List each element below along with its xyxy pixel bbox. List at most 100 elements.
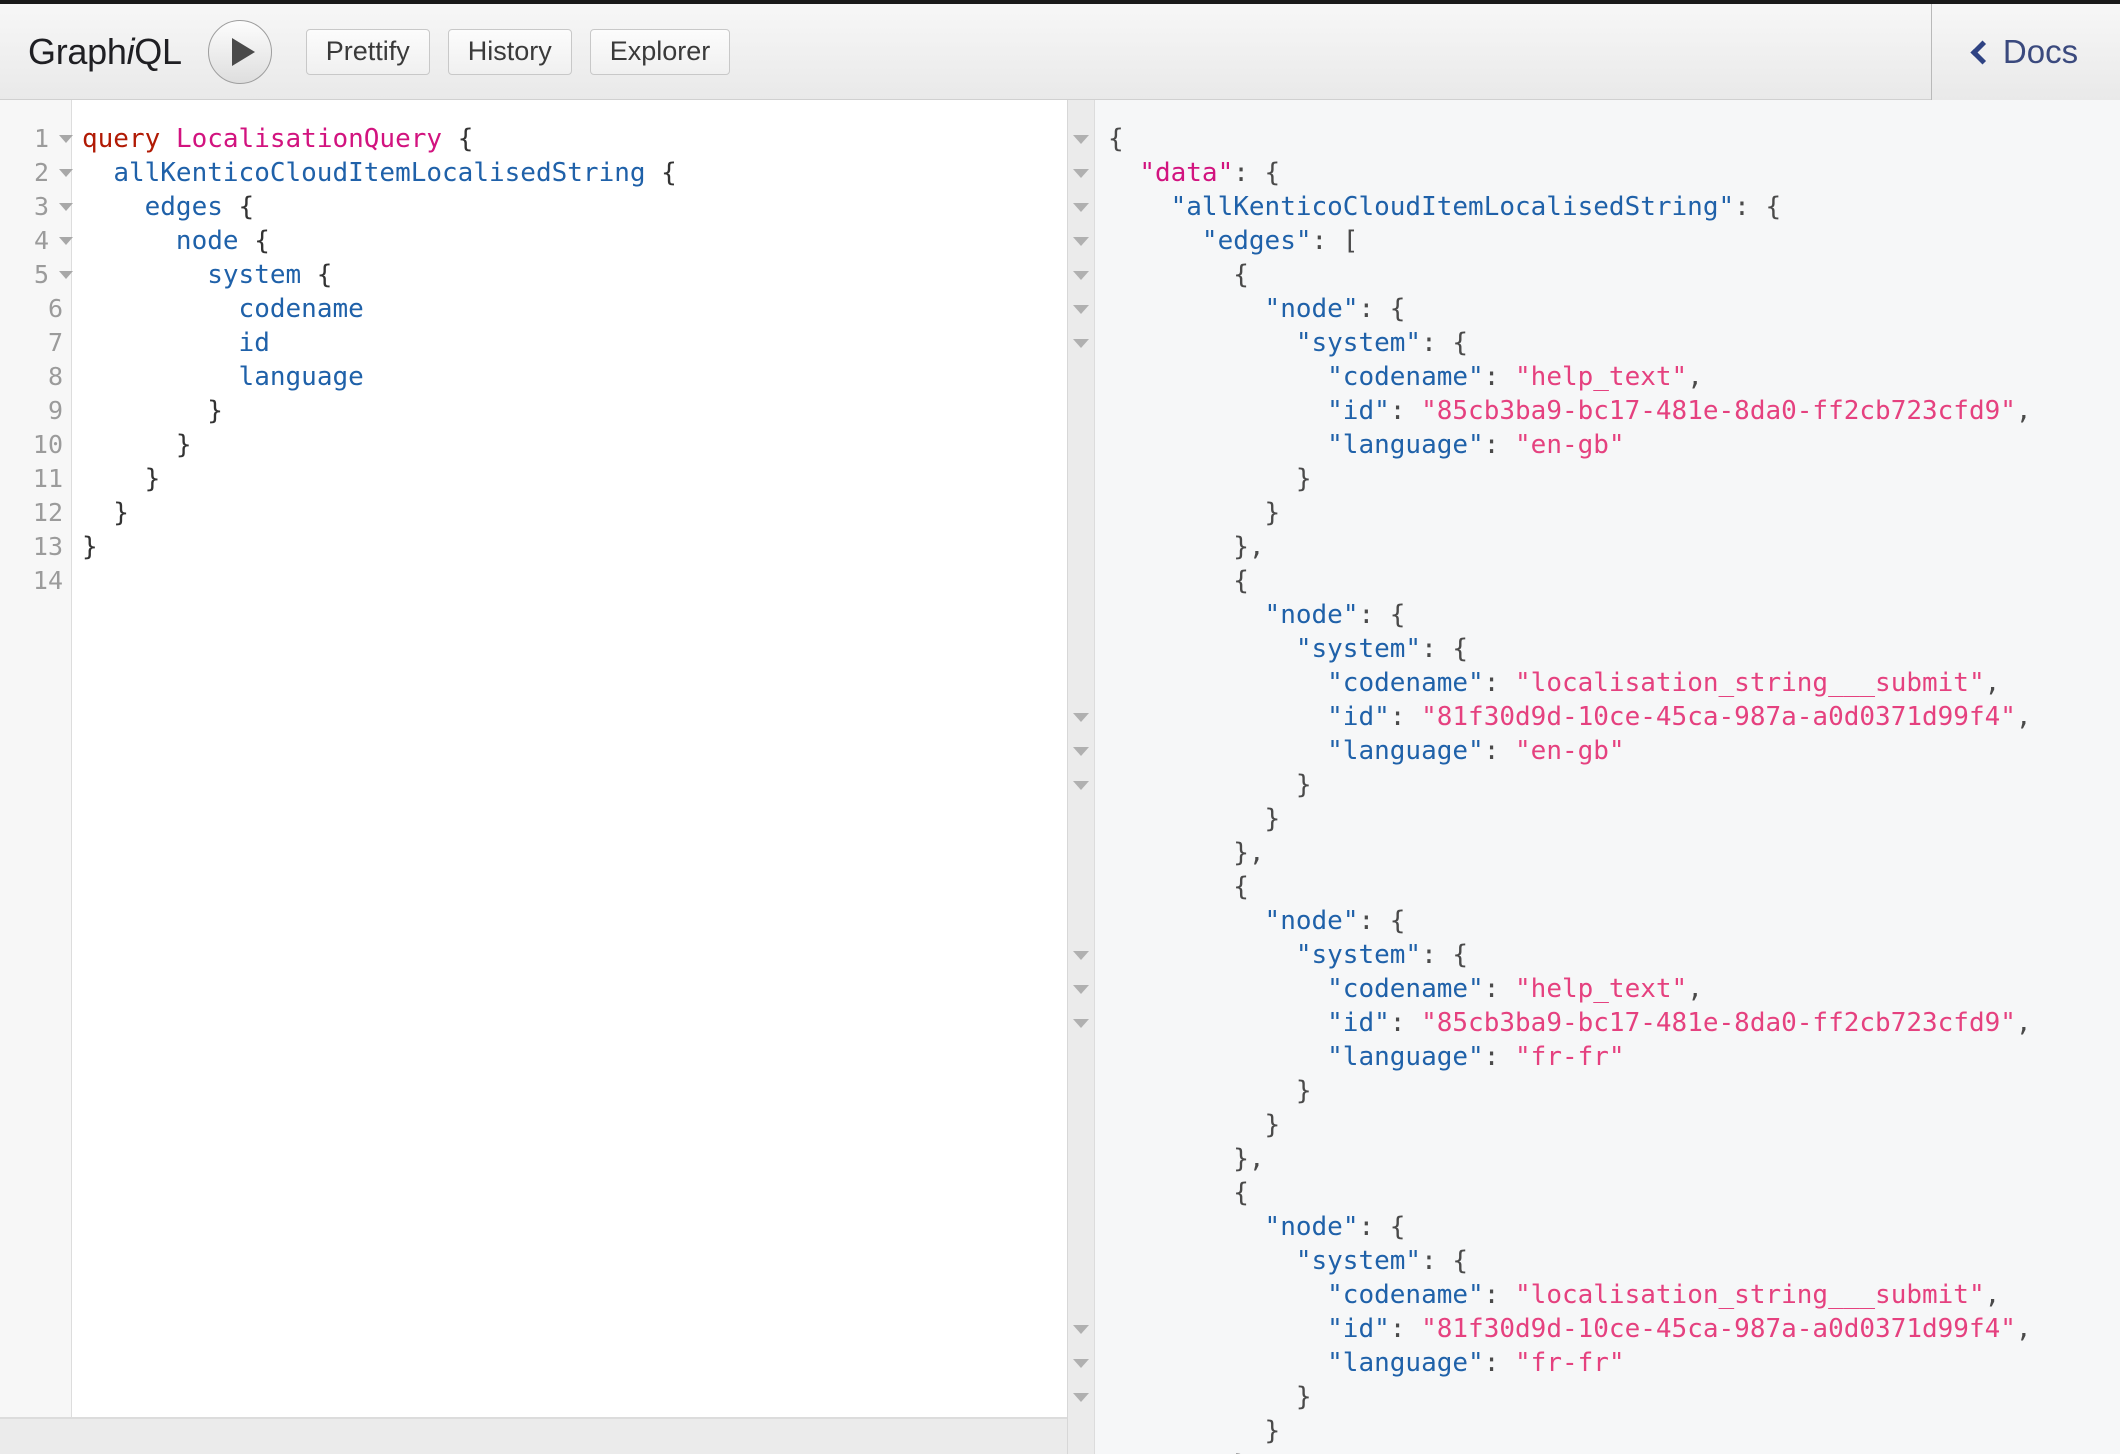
fold-triangle-icon[interactable] (1073, 1359, 1089, 1368)
result-json-line: "node": { (1108, 1210, 2120, 1244)
result-token: , (1687, 974, 1703, 1004)
result-json-line: "language": "en-gb" (1108, 428, 2120, 462)
explorer-button[interactable]: Explorer (589, 28, 731, 75)
fold-triangle-icon[interactable] (1073, 1019, 1089, 1028)
fold-triangle-icon[interactable] (1073, 169, 1089, 178)
query-token: query (82, 124, 161, 154)
logo-prefix: Graph (28, 30, 127, 72)
fold-triangle-icon[interactable] (1073, 305, 1089, 314)
fold-triangle-icon[interactable] (1073, 237, 1089, 246)
docs-toggle-button[interactable]: Docs (1932, 3, 2120, 100)
result-token (1108, 430, 1327, 460)
result-token: "system" (1295, 328, 1422, 358)
fold-triangle-icon[interactable] (1073, 951, 1089, 960)
result-token (1108, 1212, 1265, 1242)
result-json-line: } (1108, 1108, 2120, 1142)
result-gutter-row (1068, 938, 1094, 972)
result-token (1108, 1280, 1327, 1310)
result-gutter-row (1068, 1380, 1094, 1414)
result-gutter-row (1068, 1176, 1094, 1210)
result-gutter-row (1068, 598, 1094, 632)
execute-query-button[interactable] (207, 19, 272, 84)
result-token: : (1483, 1348, 1516, 1378)
fold-triangle-icon[interactable] (1073, 985, 1089, 994)
fold-triangle-icon[interactable] (1073, 1325, 1089, 1334)
query-line-number: 6 (47, 294, 63, 323)
result-token: "edges" (1201, 226, 1312, 256)
query-token: system (207, 260, 302, 290)
result-token (1108, 1246, 1296, 1276)
result-gutter-row (1068, 1278, 1094, 1312)
result-json-line: "system": { (1108, 938, 2120, 972)
query-code-area[interactable]: query LocalisationQuery { allKenticoClou… (72, 100, 1067, 1417)
result-token: "language" (1327, 1348, 1484, 1378)
result-json-line: { (1108, 258, 2120, 292)
result-token: "help_text" (1515, 362, 1688, 392)
result-json-area: { "data": { "allKenticoCloudItemLocalise… (1095, 100, 2120, 1454)
query-code-line: } (82, 496, 1067, 530)
fold-triangle-icon[interactable] (1073, 713, 1089, 722)
fold-triangle-icon[interactable] (59, 203, 73, 211)
query-line-number: 12 (32, 498, 63, 527)
result-gutter-row (1068, 394, 1094, 428)
query-token (82, 294, 239, 324)
fold-triangle-icon[interactable] (1073, 747, 1089, 756)
result-token: "language" (1327, 1042, 1484, 1072)
query-code-line: } (82, 428, 1067, 462)
result-token: }, (1108, 1144, 1265, 1174)
fold-triangle-icon[interactable] (1073, 203, 1089, 212)
result-token (1108, 634, 1296, 664)
result-gutter-row (1068, 258, 1094, 292)
query-token: } (82, 430, 192, 460)
result-token: , (1687, 362, 1703, 392)
docs-label: Docs (2002, 32, 2079, 70)
result-json-line: "id": "81f30d9d-10ce-45ca-987a-a0d0371d9… (1108, 1312, 2120, 1346)
result-token (1108, 702, 1327, 732)
fold-triangle-icon[interactable] (59, 271, 73, 279)
result-gutter-row (1068, 802, 1094, 836)
result-token: "id" (1327, 1008, 1390, 1038)
result-json-line: } (1108, 1380, 2120, 1414)
result-viewer-pane[interactable]: { "data": { "allKenticoCloudItemLocalise… (1067, 100, 2120, 1454)
fold-triangle-icon[interactable] (1073, 1393, 1089, 1402)
result-gutter-row (1068, 1074, 1094, 1108)
fold-triangle-icon[interactable] (1073, 271, 1089, 280)
fold-triangle-icon[interactable] (1073, 781, 1089, 790)
query-token (82, 158, 113, 188)
result-token: "node" (1264, 294, 1359, 324)
fold-triangle-icon[interactable] (1073, 339, 1089, 348)
result-json-line: "language": "en-gb" (1108, 734, 2120, 768)
result-token (1108, 668, 1327, 698)
result-token: } (1108, 804, 1281, 834)
result-token: : (1483, 430, 1516, 460)
query-code-line: allKenticoCloudItemLocalisedString { (82, 156, 1067, 190)
query-line-number: 13 (32, 532, 63, 561)
result-token: } (1108, 1416, 1281, 1446)
query-editor-scroll[interactable]: 1 2 3 4 5 6 7 8 9 10 11 12 13 14 query LocalisationQu… (0, 100, 1067, 1418)
history-button[interactable]: History (447, 28, 572, 75)
prettify-button[interactable]: Prettify (305, 28, 430, 75)
query-code-line: system { (82, 258, 1067, 292)
result-token: "node" (1264, 1212, 1359, 1242)
result-token: "language" (1327, 430, 1484, 460)
result-json-line: }, (1108, 1142, 2120, 1176)
result-token: : (1483, 668, 1516, 698)
result-json-line: "node": { (1108, 292, 2120, 326)
query-line-number: 14 (32, 566, 63, 595)
query-token: id (238, 328, 270, 358)
fold-triangle-icon[interactable] (59, 135, 73, 143)
query-line-number: 9 (47, 396, 63, 425)
result-json-line: }, (1108, 1448, 2120, 1454)
result-token: "data" (1139, 158, 1234, 188)
result-token (1108, 1314, 1327, 1344)
result-token: "system" (1295, 1246, 1422, 1276)
result-fold-gutter[interactable] (1068, 100, 1095, 1454)
result-token (1108, 906, 1265, 936)
result-token: "id" (1327, 1314, 1390, 1344)
query-code-line: node { (82, 224, 1067, 258)
fold-triangle-icon[interactable] (59, 237, 73, 245)
fold-triangle-icon[interactable] (1073, 135, 1089, 144)
result-token: : { (1358, 294, 1406, 324)
query-token: LocalisationQuery (175, 124, 443, 154)
fold-triangle-icon[interactable] (59, 169, 73, 177)
